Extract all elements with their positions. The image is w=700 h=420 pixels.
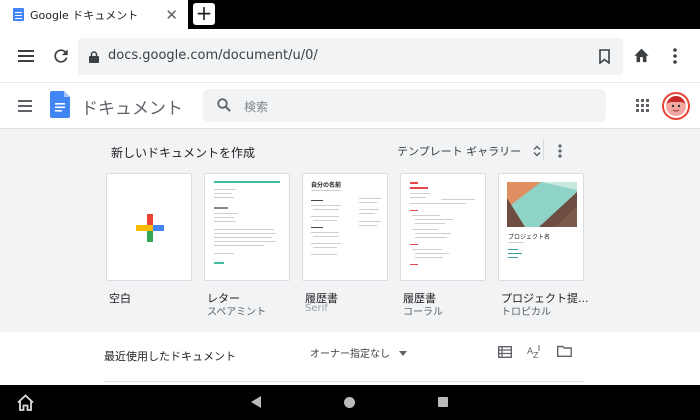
apps-grid-icon[interactable] (636, 99, 649, 112)
template-subtitle: スペアミント (207, 307, 267, 318)
recents-icon[interactable] (438, 397, 448, 407)
template-subtitle: Serif (305, 303, 328, 314)
template-more-icon[interactable] (558, 144, 562, 158)
template-resume-serif[interactable]: 自分の名前 (302, 173, 388, 281)
list-view-icon[interactable] (498, 346, 512, 358)
system-nav-bar (0, 385, 700, 420)
recent-documents-section: 最近使用したドキュメント オーナー指定なし A Z (0, 332, 700, 385)
thumb-title: プロジェクト名 (508, 234, 551, 241)
tab-title: Google ドキュメント (30, 8, 139, 22)
browser-tab-strip: Google ドキュメント ✕ + (0, 0, 700, 29)
google-plus-icon (136, 214, 164, 242)
owner-filter-dropdown[interactable]: オーナー指定なし (310, 345, 408, 360)
sort-az-icon[interactable]: A Z (527, 344, 542, 359)
owner-filter-label: オーナー指定なし (310, 349, 390, 360)
home-circle-icon[interactable] (344, 397, 355, 408)
main-menu-icon[interactable] (18, 100, 32, 112)
template-subtitle: コーラル (403, 307, 443, 318)
lock-icon (89, 51, 99, 63)
back-icon[interactable] (251, 396, 262, 408)
close-tab-icon[interactable]: ✕ (165, 6, 178, 24)
search-input[interactable]: 検索 (203, 89, 606, 122)
search-placeholder: 検索 (244, 100, 269, 114)
template-resume-coral[interactable] (400, 173, 486, 281)
recent-heading: 最近使用したドキュメント (104, 350, 236, 363)
reload-icon[interactable] (51, 46, 71, 66)
home-screen-icon[interactable] (17, 394, 34, 411)
app-title: ドキュメント (81, 99, 183, 119)
thumb-title: 自分の名前 (311, 182, 342, 189)
template-letter-spearmint[interactable] (204, 173, 290, 281)
bookmark-icon[interactable] (599, 49, 610, 64)
thumb-accent (214, 181, 280, 183)
address-bar[interactable]: docs.google.com/document/u/0/ (78, 38, 623, 75)
create-new-heading: 新しいドキュメントを作成 (111, 146, 256, 160)
template-subtitle: トロピカル (501, 307, 551, 318)
divider (543, 139, 544, 161)
template-gallery-label: テンプレート ギャラリー (397, 145, 522, 158)
divider (104, 381, 584, 382)
new-tab-button[interactable]: + (193, 3, 215, 25)
template-gallery-button[interactable]: テンプレート ギャラリー (397, 143, 541, 159)
docs-logo-icon (50, 91, 70, 118)
template-name: 空白 (109, 292, 131, 305)
url-text: docs.google.com/document/u/0/ (108, 48, 318, 63)
template-section: 新しいドキュメントを作成 テンプレート ギャラリー 自分の名前 プロジェクト名 … (0, 129, 700, 332)
account-avatar[interactable] (662, 92, 690, 120)
tropical-artwork (507, 182, 577, 227)
browser-menu-icon[interactable] (18, 49, 34, 63)
template-project-tropical[interactable]: プロジェクト名 (498, 173, 584, 281)
overflow-menu-icon[interactable] (673, 48, 677, 64)
docs-header: ドキュメント 検索 (0, 83, 700, 129)
folder-icon[interactable] (557, 345, 572, 357)
svg-text:Z: Z (533, 351, 539, 359)
docs-favicon-icon (13, 8, 24, 21)
unfold-icon (533, 145, 541, 157)
template-blank[interactable] (106, 173, 192, 281)
browser-toolbar: docs.google.com/document/u/0/ (0, 29, 700, 83)
search-icon (217, 98, 231, 112)
dropdown-arrow-icon (399, 351, 408, 356)
home-icon[interactable] (633, 47, 650, 63)
browser-tab[interactable]: Google ドキュメント ✕ (0, 0, 188, 29)
